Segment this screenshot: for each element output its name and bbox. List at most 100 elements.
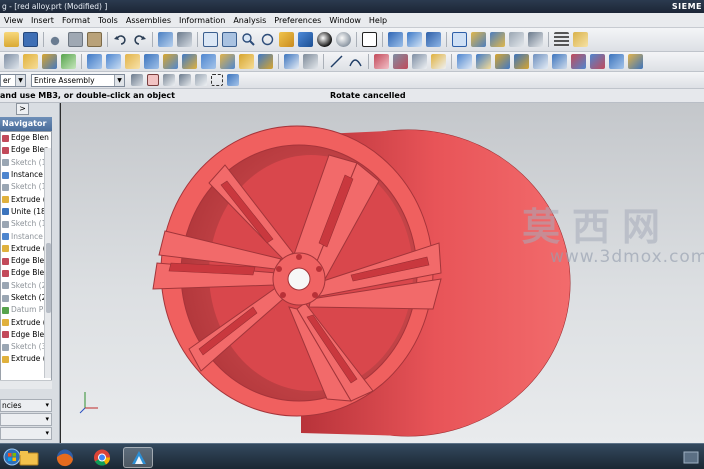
extrude-icon (2, 355, 9, 363)
file-explorer-icon[interactable] (14, 447, 44, 468)
groove-icon[interactable] (258, 54, 273, 69)
snap-point-icon[interactable] (452, 32, 467, 47)
wcs-display-icon[interactable] (362, 32, 377, 47)
title-bar: g - [red alloy.prt (Modified) ] SIEME (0, 0, 704, 13)
instance-icon[interactable] (457, 54, 472, 69)
origin-icon[interactable] (407, 32, 422, 47)
unite-icon[interactable] (284, 54, 299, 69)
tray-icon[interactable] (680, 447, 702, 468)
graphics-window[interactable]: 莫西网 www.3dmox.com (61, 103, 704, 443)
pan-icon[interactable] (279, 32, 294, 47)
shaded-with-edges-icon[interactable] (317, 32, 332, 47)
datum-csys-icon[interactable] (388, 32, 403, 47)
extrude-icon[interactable] (23, 54, 38, 69)
open-folder-icon[interactable] (4, 32, 19, 47)
zoom-icon[interactable] (241, 32, 256, 47)
control-point-icon[interactable] (509, 32, 524, 47)
navigator-hscrollbar[interactable] (0, 380, 52, 389)
chamfer-icon[interactable] (393, 54, 408, 69)
chevron-down-icon: ▼ (114, 74, 124, 86)
scale-body-icon[interactable] (552, 54, 567, 69)
fit-view-icon[interactable] (203, 32, 218, 47)
wheel-model[interactable] (61, 103, 704, 443)
pocket-icon[interactable] (201, 54, 216, 69)
menu-window[interactable]: Window (325, 16, 365, 25)
background-icon[interactable] (336, 32, 351, 47)
menu-tools[interactable]: Tools (94, 16, 122, 25)
datum-plane-icon[interactable] (61, 54, 76, 69)
menu-view[interactable]: View (0, 16, 27, 25)
trim-body-icon[interactable] (495, 54, 510, 69)
navigator-panel-preview[interactable]: ▾ (0, 427, 52, 440)
line-icon[interactable] (329, 54, 344, 69)
draft-icon[interactable] (431, 54, 446, 69)
navigator-panel-dependencies[interactable]: ncies ▾ (0, 399, 52, 412)
save-icon[interactable] (23, 32, 38, 47)
zoom-window-icon[interactable] (222, 32, 237, 47)
navigator-scrollbar[interactable] (44, 148, 51, 378)
offset-face-icon[interactable] (533, 54, 548, 69)
orient-view-icon[interactable] (298, 32, 313, 47)
arc-icon[interactable] (348, 54, 363, 69)
menu-information[interactable]: Information (175, 16, 229, 25)
type-filter-select[interactable]: er ▼ (0, 73, 26, 87)
slot-icon[interactable] (239, 54, 254, 69)
cylinder-icon[interactable] (106, 54, 121, 69)
edge-blend-icon[interactable] (374, 54, 389, 69)
cut-icon[interactable] (49, 32, 64, 47)
wheel-center-bore (287, 267, 311, 291)
block-icon[interactable] (87, 54, 102, 69)
selection-scope-select[interactable]: Entire Assembly ▼ (31, 73, 125, 87)
rectangle-select-icon[interactable] (211, 74, 223, 86)
face-blend-icon[interactable] (628, 54, 643, 69)
undo-icon[interactable] (113, 32, 128, 47)
split-body-icon[interactable] (514, 54, 529, 69)
endpoint-snap-icon[interactable] (471, 32, 486, 47)
intersection-snap-icon[interactable] (528, 32, 543, 47)
deselect-icon[interactable] (195, 74, 207, 86)
brand-label: SIEME (671, 2, 702, 11)
mirror-icon[interactable] (476, 54, 491, 69)
select-filter-icon[interactable] (158, 32, 173, 47)
select-all-icon[interactable] (179, 74, 191, 86)
toolbar-separator (451, 54, 452, 69)
patch-icon[interactable] (609, 54, 624, 69)
thicken-icon[interactable] (590, 54, 605, 69)
navigator-feature-row[interactable]: Edge Blen (1, 132, 51, 144)
layer-settings-icon[interactable] (554, 32, 569, 47)
paste-icon[interactable] (87, 32, 102, 47)
cone-icon[interactable] (125, 54, 140, 69)
orient-wcs-icon[interactable] (426, 32, 441, 47)
settings-icon[interactable] (131, 74, 143, 86)
firefox-icon[interactable] (50, 447, 80, 468)
menu-format[interactable]: Format (58, 16, 94, 25)
cube-select-icon[interactable] (227, 74, 239, 86)
shell-icon[interactable] (412, 54, 427, 69)
midpoint-snap-icon[interactable] (490, 32, 505, 47)
hole-icon[interactable] (163, 54, 178, 69)
copy-icon[interactable] (68, 32, 83, 47)
show-hide-icon[interactable] (177, 32, 192, 47)
sphere-icon[interactable] (144, 54, 159, 69)
sew-icon[interactable] (571, 54, 586, 69)
filter-icon[interactable] (163, 74, 175, 86)
pad-icon[interactable] (220, 54, 235, 69)
revolve-icon[interactable] (42, 54, 57, 69)
nx-app-icon[interactable] (123, 447, 153, 468)
redo-icon[interactable] (132, 32, 147, 47)
menu-insert[interactable]: Insert (27, 16, 58, 25)
menu-analysis[interactable]: Analysis (229, 16, 270, 25)
rotate-icon[interactable] (260, 32, 275, 47)
menu-assemblies[interactable]: Assemblies (122, 16, 175, 25)
menu-help[interactable]: Help (365, 16, 391, 25)
navigator-panel-details[interactable]: ▾ (0, 413, 52, 426)
chrome-icon[interactable] (87, 447, 117, 468)
subtract-icon[interactable] (303, 54, 318, 69)
menu-preferences[interactable]: Preferences (270, 16, 325, 25)
sketch-icon[interactable] (4, 54, 19, 69)
snap-toggle-icon[interactable] (147, 74, 159, 86)
navigator-expand-button[interactable]: > (16, 103, 29, 115)
measure-icon[interactable] (573, 32, 588, 47)
scrollbar-thumb[interactable] (46, 243, 51, 313)
boss-icon[interactable] (182, 54, 197, 69)
